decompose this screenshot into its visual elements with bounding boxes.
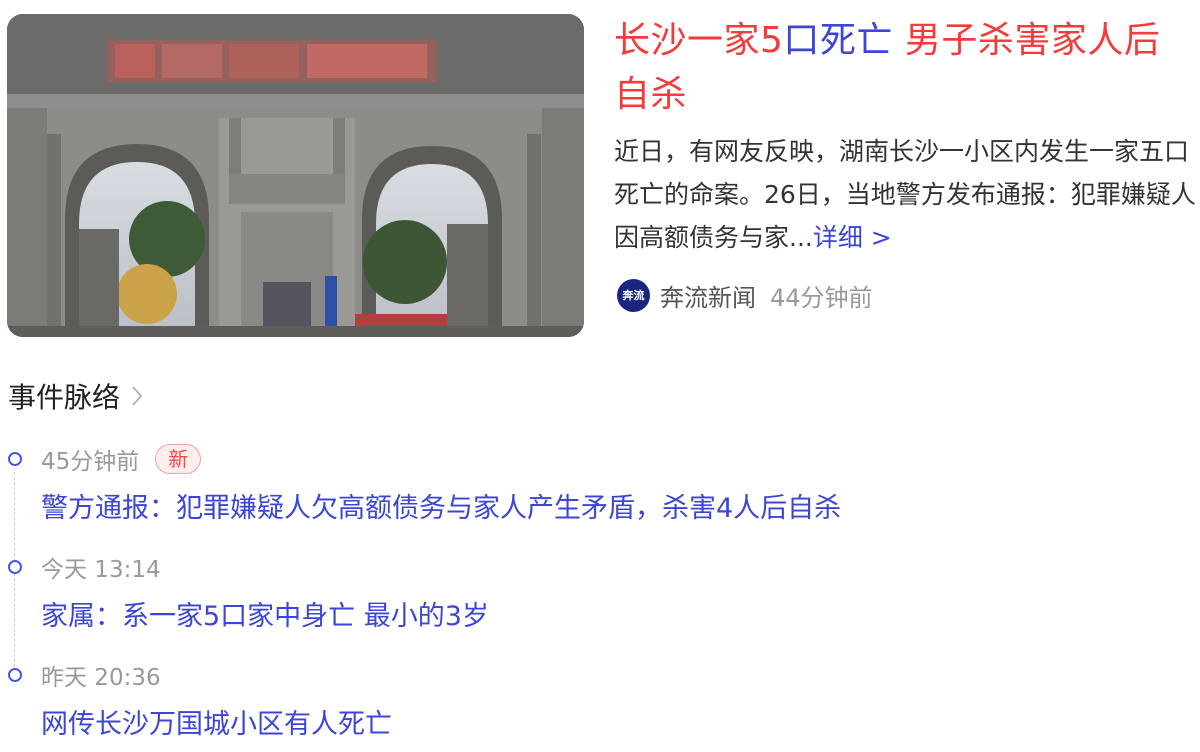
news-title[interactable]: 长沙一家5口死亡 男子杀害家人后自杀 bbox=[614, 14, 1194, 122]
new-badge: 新 bbox=[155, 444, 202, 474]
news-thumbnail-image[interactable] bbox=[7, 14, 584, 337]
timeline-item-headline[interactable]: 家属：系一家5口家中身亡 最小的3岁 bbox=[41, 594, 489, 633]
timeline-item-headline[interactable]: 警方通报：犯罪嫌疑人欠高额债务与家人产生矛盾，杀害4人后自杀 bbox=[41, 486, 841, 525]
timeline-item-time-row: 今天 13:14 bbox=[41, 550, 161, 584]
news-summary-text: 近日，有网友反映，湖南长沙一小区内发生一家五口死亡的命案。26日，当地警方发布通… bbox=[614, 137, 1196, 252]
timeline-item-headline[interactable]: 网传长沙万国城小区有人死亡 bbox=[41, 702, 392, 741]
timeline-dot-icon bbox=[8, 560, 22, 574]
timeline-item-time-row: 45分钟前 新 bbox=[41, 442, 202, 476]
gated-community-photo bbox=[7, 14, 584, 337]
details-link[interactable]: 详细 > bbox=[813, 223, 892, 252]
source-logo-icon: 奔流 bbox=[617, 278, 650, 312]
timeline-header[interactable]: 事件脉络 bbox=[8, 376, 144, 416]
chevron-right-icon bbox=[132, 386, 143, 406]
timeline-item-time: 45分钟前 bbox=[41, 449, 140, 475]
news-title-highlight: 口死亡 bbox=[783, 20, 893, 61]
timeline-title: 事件脉络 bbox=[8, 381, 121, 414]
news-card: 长沙一家5口死亡 男子杀害家人后自杀 近日，有网友反映，湖南长沙一小区内发生一家… bbox=[0, 0, 1200, 752]
publish-time: 44分钟前 bbox=[770, 283, 873, 312]
source-name[interactable]: 奔流新闻 bbox=[660, 278, 756, 313]
news-source: 奔流 奔流新闻 44分钟前 bbox=[617, 278, 873, 313]
timeline-item-time-row: 昨天 20:36 bbox=[41, 658, 161, 692]
timeline-dot-icon bbox=[8, 452, 22, 466]
timeline-item-time: 昨天 20:36 bbox=[41, 665, 161, 691]
timeline-item-time: 今天 13:14 bbox=[41, 557, 161, 583]
news-summary: 近日，有网友反映，湖南长沙一小区内发生一家五口死亡的命案。26日，当地警方发布通… bbox=[614, 130, 1200, 259]
news-title-part1: 长沙一家5 bbox=[614, 20, 784, 61]
timeline-dot-icon bbox=[8, 668, 22, 682]
